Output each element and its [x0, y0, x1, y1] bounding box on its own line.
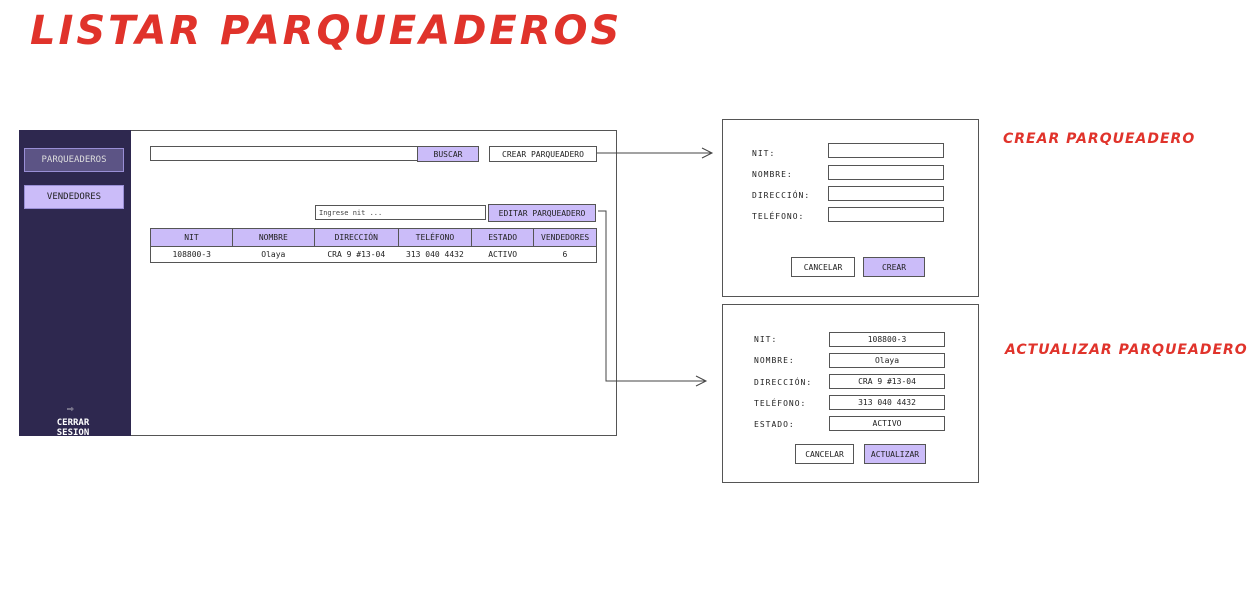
form-label: TELÉFONO:: [754, 399, 807, 408]
update-telefono-field[interactable]: 313 040 4432: [829, 395, 945, 410]
create-telefono-field[interactable]: [828, 207, 944, 222]
form-label: NOMBRE:: [754, 356, 795, 365]
form-label: NOMBRE:: [752, 170, 793, 179]
update-button[interactable]: ACTUALIZAR: [864, 444, 926, 464]
form-label: ESTADO:: [754, 420, 795, 429]
create-direccion-field[interactable]: [828, 186, 944, 201]
form-label: DIRECCIÓN:: [754, 378, 813, 387]
form-label: DIRECCIÓN:: [752, 191, 811, 200]
update-nombre-field[interactable]: Olaya: [829, 353, 945, 368]
update-nit-field[interactable]: 108800-3: [829, 332, 945, 347]
cancel-button[interactable]: CANCELAR: [795, 444, 854, 464]
create-modal-title: CREAR PARQUEADERO: [1003, 131, 1196, 147]
update-parking-modal: NIT: 108800-3 NOMBRE: Olaya DIRECCIÓN: C…: [722, 304, 979, 483]
flow-arrows: [597, 147, 714, 387]
create-button[interactable]: CREAR: [863, 257, 925, 277]
update-estado-field[interactable]: ACTIVO: [829, 416, 945, 431]
update-direccion-field[interactable]: CRA 9 #13-04: [829, 374, 945, 389]
form-label: NIT:: [754, 335, 778, 344]
update-modal-title: ACTUALIZAR PARQUEADERO: [1005, 342, 1248, 358]
create-nombre-field[interactable]: [828, 165, 944, 180]
cancel-button[interactable]: CANCELAR: [791, 257, 855, 277]
form-label: NIT:: [752, 149, 776, 158]
create-nit-field[interactable]: [828, 143, 944, 158]
create-parking-modal: NIT: NOMBRE: DIRECCIÓN: TELÉFONO: CANCEL…: [722, 119, 979, 297]
form-label: TELÉFONO:: [752, 212, 805, 221]
